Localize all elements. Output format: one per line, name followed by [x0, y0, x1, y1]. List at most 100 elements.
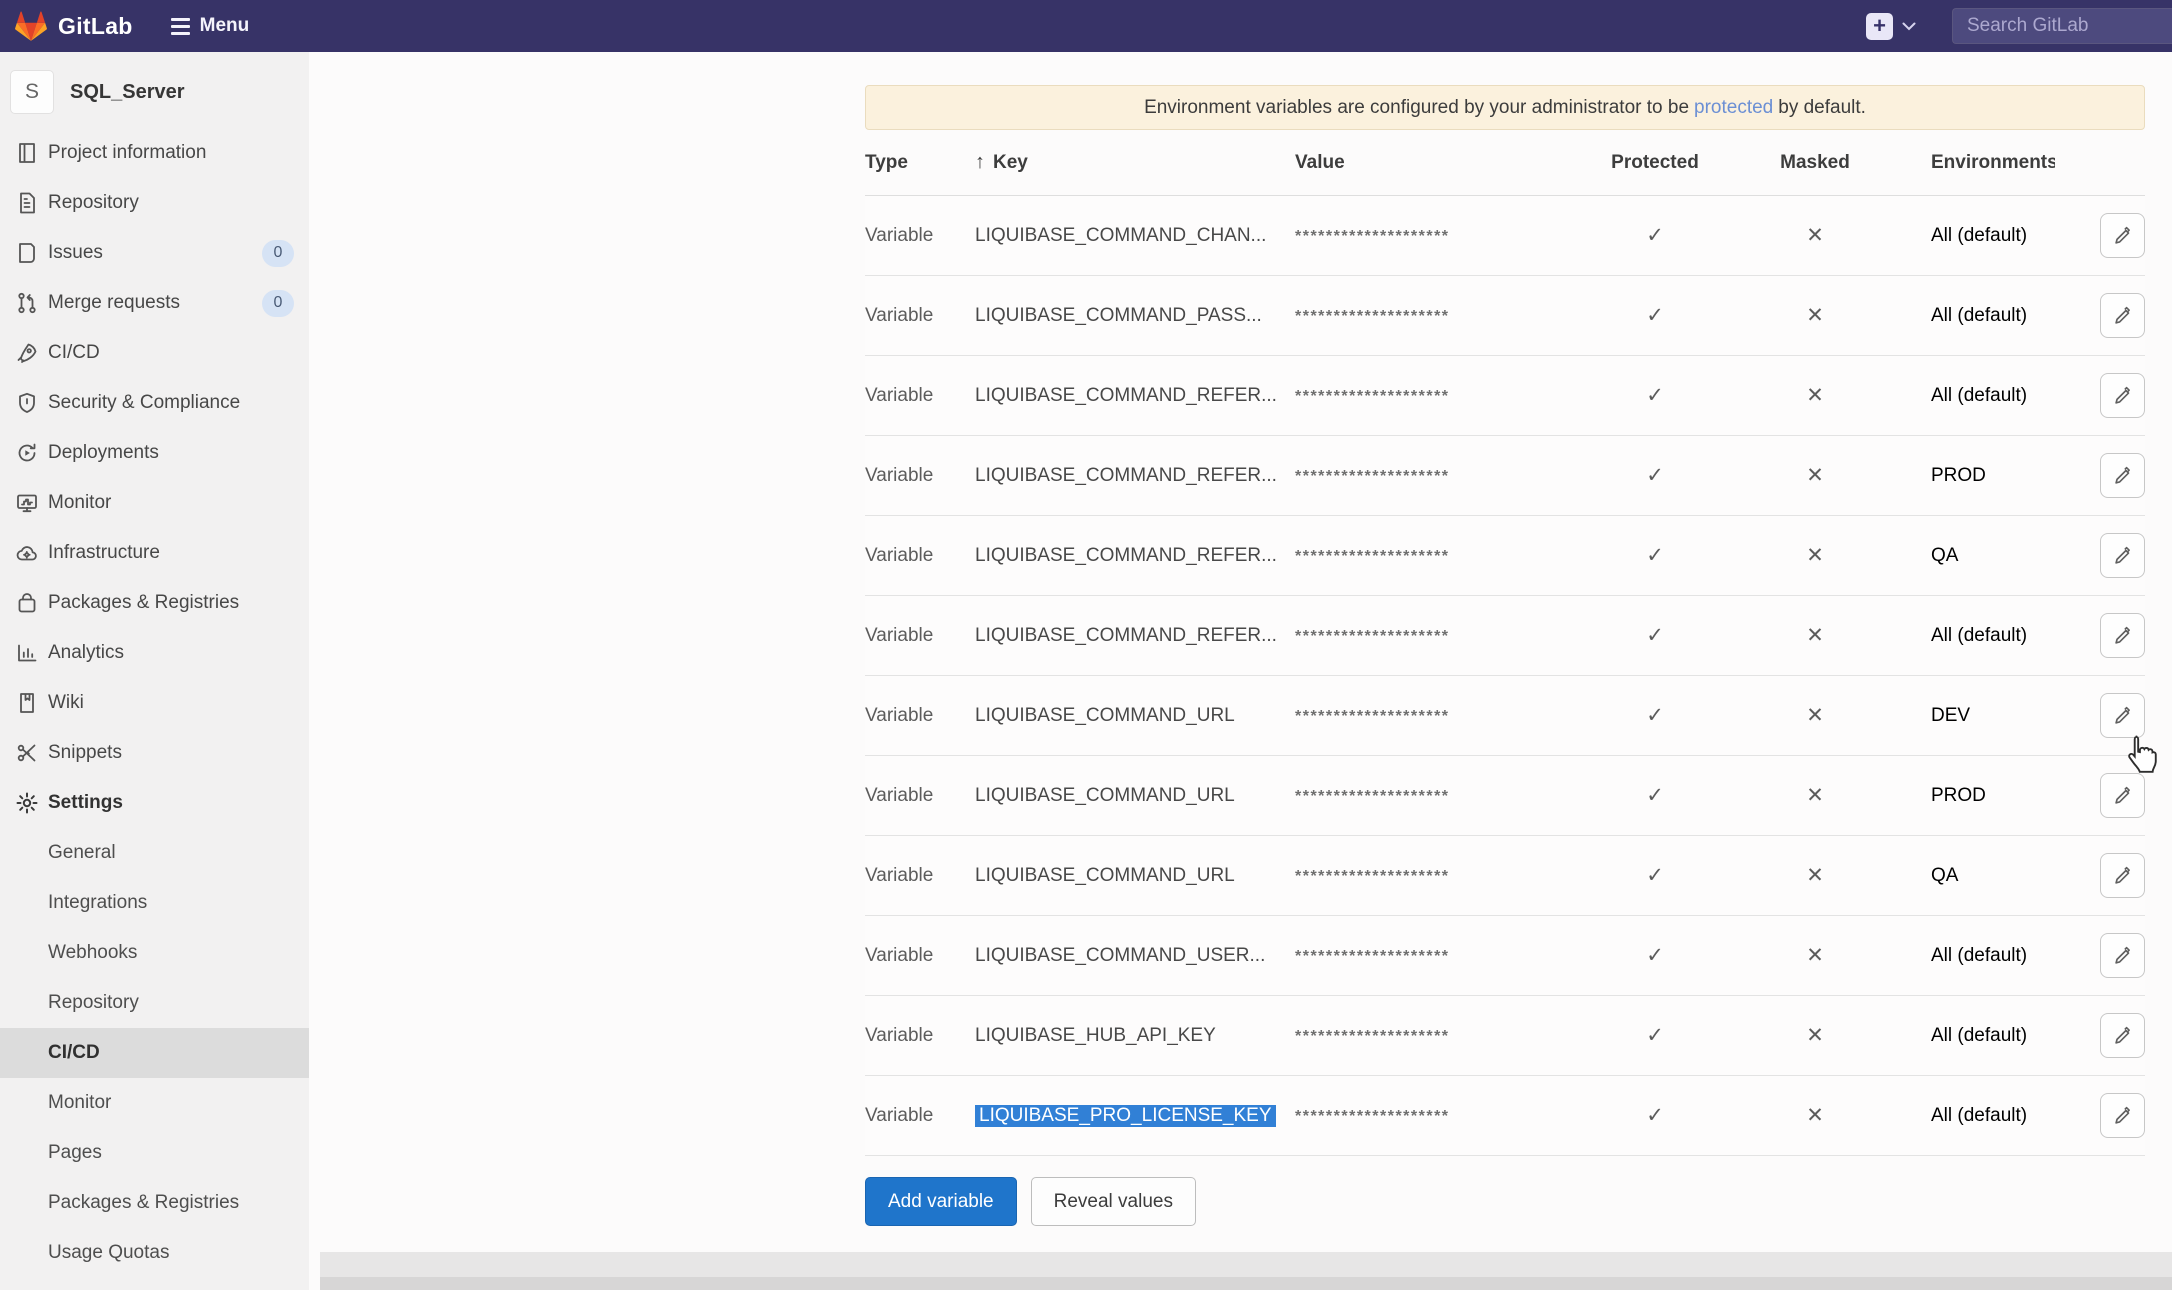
edit-variable-button[interactable]: [2100, 693, 2145, 738]
shield-icon: [15, 391, 39, 415]
edit-variable-button[interactable]: [2100, 1093, 2145, 1138]
new-item-dropdown[interactable]: +: [1866, 13, 1916, 40]
edit-variable-button[interactable]: [2100, 773, 2145, 818]
menu-button[interactable]: Menu: [171, 15, 250, 37]
sidebar-item-analytics[interactable]: Analytics: [0, 628, 320, 678]
sidebar-subitem-label: Pages: [48, 1142, 102, 1164]
sidebar-item-snippets[interactable]: Snippets: [0, 728, 320, 778]
sidebar-item-infrastructure[interactable]: Infrastructure: [0, 528, 320, 578]
pencil-icon: [2112, 1105, 2134, 1127]
sidebar-nav: Project information Repository Issues 0 …: [0, 128, 320, 1278]
sidebar-item-issues[interactable]: Issues 0: [0, 228, 320, 278]
sidebar-subitem-label: Usage Quotas: [48, 1242, 169, 1264]
header-key[interactable]: ↑Key: [975, 151, 1295, 174]
variable-row: Variable LIQUIBASE_COMMAND_REFER... ****…: [865, 436, 2145, 516]
gitlab-home-link[interactable]: GitLab: [14, 9, 133, 43]
header-environments[interactable]: Environments: [1885, 152, 2055, 174]
plus-icon: +: [1866, 13, 1893, 40]
sidebar-subitem-integrations[interactable]: Integrations: [0, 878, 320, 928]
search-input[interactable]: [1952, 8, 2172, 44]
masked-x-icon: ✕: [1745, 703, 1885, 728]
variable-key: LIQUIBASE_PRO_LICENSE_KEY: [975, 1105, 1295, 1127]
variable-masked-value: ********************: [1295, 865, 1565, 887]
protected-link[interactable]: protected: [1694, 97, 1773, 119]
variable-key: LIQUIBASE_COMMAND_REFER...: [975, 545, 1295, 567]
masked-x-icon: ✕: [1745, 943, 1885, 968]
sort-ascending-icon: ↑: [975, 151, 985, 173]
banner-text-after: by default.: [1778, 97, 1866, 119]
count-badge: 0: [262, 290, 294, 317]
variable-key: LIQUIBASE_COMMAND_USER...: [975, 945, 1295, 967]
sidebar-item-label: Packages & Registries: [48, 592, 239, 614]
sidebar-subitem-ci-cd[interactable]: CI/CD: [0, 1028, 320, 1078]
variable-masked-value: ********************: [1295, 785, 1565, 807]
sidebar-item-monitor[interactable]: Monitor: [0, 478, 320, 528]
sidebar-item-merge-requests[interactable]: Merge requests 0: [0, 278, 320, 328]
monitor-icon: [15, 491, 39, 515]
settings-gear-icon: [15, 791, 39, 815]
project-header[interactable]: S SQL_Server: [0, 52, 320, 128]
edit-variable-button[interactable]: [2100, 293, 2145, 338]
sidebar-subitem-general[interactable]: General: [0, 828, 320, 878]
variable-key: LIQUIBASE_COMMAND_URL: [975, 865, 1295, 887]
sidebar-item-label: Infrastructure: [48, 542, 160, 564]
reveal-values-button[interactable]: Reveal values: [1031, 1177, 1196, 1226]
header-masked[interactable]: Masked: [1745, 152, 1885, 174]
sidebar-item-label: Issues: [48, 242, 103, 264]
edit-variable-button[interactable]: [2100, 1013, 2145, 1058]
pencil-icon: [2112, 465, 2134, 487]
add-variable-button[interactable]: Add variable: [865, 1177, 1017, 1226]
pencil-icon: [2112, 625, 2134, 647]
sidebar-item-settings[interactable]: Settings: [0, 778, 320, 828]
edit-variable-button[interactable]: [2100, 613, 2145, 658]
ci-variables-table: Type ↑Key Value Protected Masked Environ…: [865, 130, 2145, 1156]
edit-variable-button[interactable]: [2100, 933, 2145, 978]
edit-variable-button[interactable]: [2100, 533, 2145, 578]
variable-key: LIQUIBASE_COMMAND_CHAN...: [975, 225, 1295, 247]
variable-type: Variable: [865, 385, 975, 407]
menu-label: Menu: [200, 15, 250, 37]
sidebar-item-ci-cd[interactable]: CI/CD: [0, 328, 320, 378]
variable-key: LIQUIBASE_COMMAND_REFER...: [975, 465, 1295, 487]
pencil-icon: [2112, 945, 2134, 967]
project-sidebar: S SQL_Server Project information Reposit…: [0, 52, 320, 1290]
header-value[interactable]: Value: [1295, 152, 1565, 174]
sidebar-item-packages-registries[interactable]: Packages & Registries: [0, 578, 320, 628]
table-body: Variable LIQUIBASE_COMMAND_CHAN... *****…: [865, 196, 2145, 1156]
sidebar-subitem-repository[interactable]: Repository: [0, 978, 320, 1028]
sidebar-subitem-label: Repository: [48, 992, 139, 1014]
sidebar-item-security-compliance[interactable]: Security & Compliance: [0, 378, 320, 428]
edit-variable-button[interactable]: [2100, 453, 2145, 498]
edit-variable-button[interactable]: [2100, 373, 2145, 418]
edit-variable-button[interactable]: [2100, 853, 2145, 898]
header-type[interactable]: Type: [865, 152, 975, 174]
variable-row: Variable LIQUIBASE_COMMAND_URL *********…: [865, 756, 2145, 836]
sidebar-subitem-pages[interactable]: Pages: [0, 1128, 320, 1178]
variable-type: Variable: [865, 225, 975, 247]
sidebar-item-label: Merge requests: [48, 292, 180, 314]
merge-requests-icon: [15, 291, 39, 315]
header-protected[interactable]: Protected: [1565, 152, 1745, 174]
sidebar-item-wiki[interactable]: Wiki: [0, 678, 320, 728]
sidebar-subitem-monitor[interactable]: Monitor: [0, 1078, 320, 1128]
edit-variable-button[interactable]: [2100, 213, 2145, 258]
masked-x-icon: ✕: [1745, 223, 1885, 248]
sidebar-subitem-label: General: [48, 842, 116, 864]
pencil-icon: [2112, 225, 2134, 247]
variable-masked-value: ********************: [1295, 625, 1565, 647]
sidebar-subitem-webhooks[interactable]: Webhooks: [0, 928, 320, 978]
variable-row: Variable LIQUIBASE_PRO_LICENSE_KEY *****…: [865, 1076, 2145, 1156]
sidebar-item-repository[interactable]: Repository: [0, 178, 320, 228]
masked-x-icon: ✕: [1745, 1023, 1885, 1048]
sidebar-scrollbar[interactable]: [309, 52, 320, 1290]
project-information-icon: [15, 141, 39, 165]
variable-type: Variable: [865, 465, 975, 487]
sidebar-item-label: Analytics: [48, 642, 124, 664]
protected-check-icon: ✓: [1565, 943, 1745, 968]
variable-type: Variable: [865, 785, 975, 807]
sidebar-subitem-packages-registries[interactable]: Packages & Registries: [0, 1178, 320, 1228]
sidebar-item-project-information[interactable]: Project information: [0, 128, 320, 178]
sidebar-subitem-usage-quotas[interactable]: Usage Quotas: [0, 1228, 320, 1278]
sidebar-item-deployments[interactable]: Deployments: [0, 428, 320, 478]
table-actions: Add variable Reveal values: [865, 1177, 2145, 1226]
